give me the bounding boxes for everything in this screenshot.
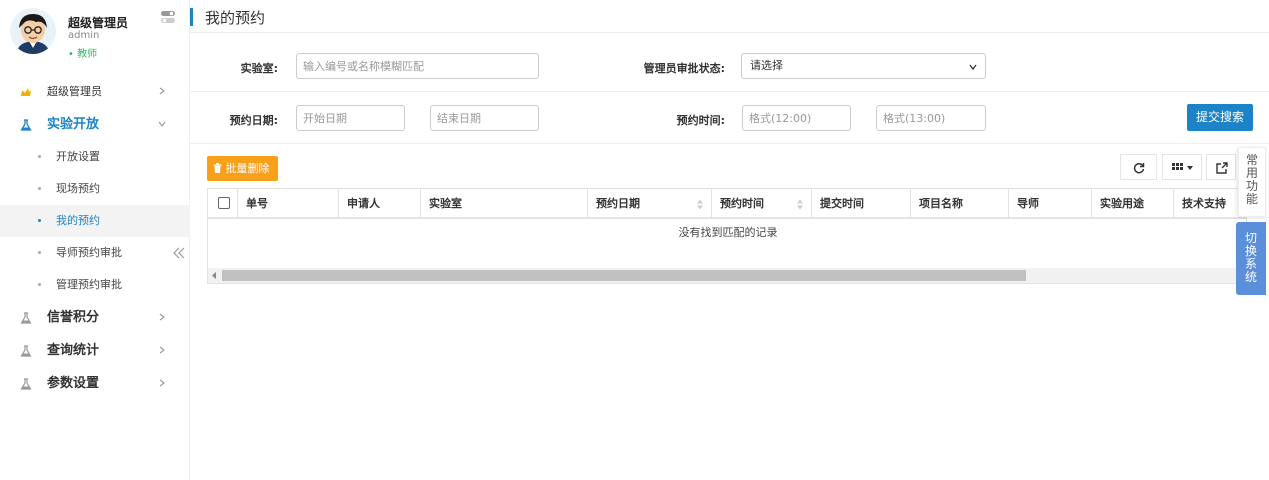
flask-icon — [20, 119, 32, 131]
chevron-right-icon — [159, 346, 165, 354]
sort-icon — [797, 199, 803, 210]
submenu-item-label: 我的预约 — [56, 214, 100, 227]
start-date-input[interactable] — [296, 105, 405, 131]
submenu-item-advisor-approval[interactable]: 导师预约审批 — [0, 237, 190, 269]
submenu-item-label: 开放设置 — [56, 150, 100, 163]
menu-item-query-stats[interactable]: 查询统计 — [0, 334, 190, 367]
menu-item-credit-points[interactable]: 信誉积分 — [0, 301, 190, 334]
end-time-input[interactable] — [876, 105, 986, 131]
side-menu: 超级管理员 实验开放 开放设置 现场预约 我的预约 导师预约审批 管理预约审批 … — [0, 75, 190, 400]
trash-icon — [213, 163, 222, 173]
bullet-icon — [38, 283, 41, 286]
start-time-input[interactable] — [742, 105, 851, 131]
end-date-input[interactable] — [430, 105, 539, 131]
page-header: 我的预约 — [190, 0, 1269, 33]
submenu-item-label: 现场预约 — [56, 182, 100, 195]
col-header-order-no[interactable]: 单号 — [238, 189, 339, 219]
time-label: 预约时间: — [676, 114, 725, 127]
sort-icon — [697, 199, 703, 210]
flask-icon — [20, 312, 32, 324]
common-functions-label: 常用功能 — [1246, 153, 1259, 206]
switch-system-tab[interactable]: 切换系统 — [1236, 222, 1266, 295]
export-button[interactable] — [1206, 154, 1236, 180]
user-name: 超级管理员 — [68, 16, 129, 30]
search-row-2: 预约日期: 预约时间: 提交搜索 — [190, 92, 1269, 144]
lab-label: 实验室: — [240, 62, 278, 75]
col-header-booking-date[interactable]: 预约日期 — [588, 189, 712, 219]
status-select[interactable]: 请选择 — [741, 53, 986, 79]
search-row-1: 实验室: 管理员审批状态: 请选择 — [190, 40, 1269, 92]
columns-toggle-button[interactable] — [1162, 154, 1202, 180]
empty-message: 没有找到匹配的记录 — [678, 226, 778, 239]
switch-system-label: 切换系统 — [1245, 231, 1258, 284]
chevron-right-icon — [159, 87, 165, 95]
status-label: 管理员审批状态: — [643, 62, 725, 75]
user-role: • 教师 — [68, 49, 98, 60]
bookings-table: 单号 申请人 实验室 预约日期 预约时间 提交时间 项目名称 导师 实验用途 技… — [207, 188, 1247, 284]
col-header-booking-time[interactable]: 预约时间 — [712, 189, 812, 219]
sidebar: 超级管理员 admin • 教师 超级管理员 实验开放 开放设置 现场预约 我的… — [0, 0, 190, 480]
col-header-tech-support[interactable]: 技术支持 — [1174, 189, 1246, 219]
horizontal-scrollbar[interactable] — [208, 268, 1246, 283]
export-icon — [1216, 162, 1228, 174]
submenu-item-onsite-booking[interactable]: 现场预约 — [0, 173, 190, 205]
bullet-icon — [38, 251, 41, 254]
submenu-item-my-bookings[interactable]: 我的预约 — [0, 205, 190, 237]
double-left-icon[interactable] — [172, 246, 186, 260]
menu-item-label: 参数设置 — [47, 376, 100, 391]
col-header-applicant[interactable]: 申请人 — [339, 189, 421, 219]
scrollbar-thumb[interactable] — [222, 270, 1026, 281]
flask-icon — [20, 345, 32, 357]
chevron-down-icon — [158, 121, 166, 127]
scroll-left-icon[interactable] — [210, 271, 218, 280]
submenu-item-open-settings[interactable]: 开放设置 — [0, 141, 190, 173]
col-header-submit-time[interactable]: 提交时间 — [812, 189, 911, 219]
col-header-project-name[interactable]: 项目名称 — [911, 189, 1009, 219]
menu-item-parameters[interactable]: 参数设置 — [0, 367, 190, 400]
flask-icon — [20, 378, 32, 390]
select-all-cell — [208, 189, 238, 219]
status-select-value: 请选择 — [750, 59, 783, 72]
table-header: 单号 申请人 实验室 预约日期 预约时间 提交时间 项目名称 导师 实验用途 技… — [208, 189, 1246, 219]
batch-delete-button[interactable]: 批量删除 — [207, 156, 278, 181]
date-label: 预约日期: — [229, 114, 278, 127]
col-header-advisor[interactable]: 导师 — [1009, 189, 1092, 219]
chevron-right-icon — [159, 313, 165, 321]
menu-item-label: 信誉积分 — [47, 310, 100, 325]
menu-item-label: 查询统计 — [47, 343, 100, 358]
submenu-item-label: 管理预约审批 — [56, 278, 122, 291]
refresh-icon — [1133, 162, 1145, 174]
toggle-icon[interactable] — [160, 9, 176, 25]
menu-item-label: 超级管理员 — [47, 85, 102, 98]
title-accent-bar — [190, 8, 193, 26]
bullet-icon — [38, 187, 41, 190]
lab-search-input[interactable] — [296, 53, 539, 79]
submit-search-button[interactable]: 提交搜索 — [1187, 104, 1253, 131]
menu-item-lab-open[interactable]: 实验开放 — [0, 108, 190, 141]
bullet-icon — [38, 219, 41, 222]
batch-delete-label: 批量删除 — [225, 162, 270, 175]
submenu-item-label: 导师预约审批 — [56, 246, 122, 259]
user-profile: 超级管理员 admin • 教师 — [0, 0, 189, 72]
avatar[interactable] — [10, 8, 56, 54]
common-functions-tab[interactable]: 常用功能 — [1238, 147, 1266, 217]
menu-item-super-admin[interactable]: 超级管理员 — [0, 75, 190, 108]
select-all-checkbox[interactable] — [218, 197, 230, 209]
bullet-icon — [38, 155, 41, 158]
submenu-item-admin-approval[interactable]: 管理预约审批 — [0, 269, 190, 301]
chevron-down-icon — [969, 64, 977, 71]
page-title: 我的预约 — [205, 9, 266, 27]
col-header-lab[interactable]: 实验室 — [421, 189, 588, 219]
chevron-right-icon — [159, 379, 165, 387]
refresh-button[interactable] — [1120, 154, 1157, 180]
col-header-purpose[interactable]: 实验用途 — [1092, 189, 1174, 219]
crown-icon — [21, 88, 31, 96]
user-login: admin — [68, 30, 100, 41]
grid-icon — [1172, 163, 1193, 170]
menu-item-label: 实验开放 — [47, 117, 100, 132]
